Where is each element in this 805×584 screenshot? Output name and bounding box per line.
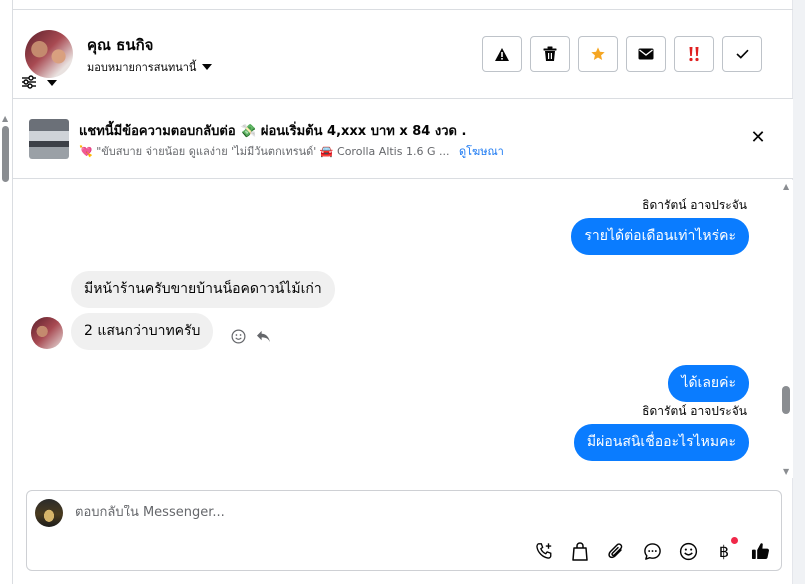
assign-label: มอบหมายการสนทนานี้ (87, 61, 197, 74)
chat-bubble-icon (643, 542, 661, 560)
conversation-actions (482, 36, 762, 72)
smiley-icon[interactable] (231, 329, 246, 344)
envelope-icon (638, 48, 654, 60)
mark-unread-button[interactable] (626, 36, 666, 72)
reply-input[interactable] (75, 505, 675, 520)
view-ad-link[interactable]: ดูโฆษณา (459, 145, 504, 158)
page-scrollbar[interactable] (792, 0, 805, 584)
sliders-icon[interactable] (21, 74, 37, 90)
contact-avatar-small (31, 317, 63, 349)
outgoing-message[interactable]: มีผ่อนสนิเชื่ออะไรไหมคะ (573, 424, 749, 461)
emoji-icon (679, 542, 697, 560)
scroll-down-arrow[interactable]: ▼ (783, 467, 789, 476)
top-divider (13, 0, 793, 10)
assign-conversation-dropdown[interactable]: มอบหมายการสนทนานี้ (87, 58, 213, 76)
shopping-bag-icon (572, 541, 588, 561)
report-button[interactable] (482, 36, 522, 72)
conversation-header: คุณ ธนกิจ มอบหมายการสนทนานี้ (13, 10, 793, 99)
incoming-message[interactable]: มีหน้าร้านครับขายบ้านน็อคดาวน์ไม้เก่า (71, 271, 335, 308)
check-icon (735, 49, 749, 59)
star-button[interactable] (578, 36, 618, 72)
close-icon[interactable]: ✕ (749, 129, 767, 147)
inbox-conversation-panel: ▲ คุณ ธนกิจ มอบหมายการสนทนานี้ แชทนี้มีข… (0, 0, 805, 584)
filter-chevron-down-icon[interactable] (47, 80, 57, 86)
reply-icon[interactable] (256, 330, 271, 343)
ad-thumbnail[interactable] (29, 119, 69, 159)
attach-button[interactable] (605, 540, 627, 562)
scroll-up-arrow[interactable]: ▲ (783, 182, 789, 191)
message-thread[interactable]: ธิดารัตน์ อาจประจัน รายได้ต่อเดือนเท่าไห… (13, 180, 780, 478)
ad-title: แชทนี้มีข้อความตอบกลับต่อ 💸 ผ่อนเริ่มต้น… (79, 124, 467, 139)
left-scrollbar-thumb[interactable] (2, 126, 9, 182)
emoji-button[interactable] (677, 540, 699, 562)
star-icon (591, 47, 605, 60)
composer-toolbar: ฿ (533, 537, 771, 562)
paperclip-icon (608, 543, 623, 559)
contact-name[interactable]: คุณ ธนกิจ (87, 33, 153, 57)
chevron-down-icon (202, 64, 213, 70)
scroll-up-arrow[interactable]: ▲ (2, 114, 8, 123)
delete-button[interactable] (530, 36, 570, 72)
thumbs-up-icon (751, 543, 769, 560)
saved-replies-button[interactable] (641, 540, 663, 562)
ad-context-banner: แชทนี้มีข้อความตอบกลับต่อ 💸 ผ่อนเริ่มต้น… (13, 99, 793, 179)
ad-subtitle: 💘 "ขับสบาย จ่ายน้อย ดูแลง่าย 'ไม่มีวันตก… (79, 145, 450, 158)
baht-icon: ฿ (718, 541, 730, 561)
reply-composer: ฿ (26, 490, 782, 571)
double-exclamation-icon (689, 47, 699, 62)
shopping-bag-button[interactable] (569, 540, 591, 562)
contact-avatar[interactable] (25, 30, 73, 78)
like-button[interactable] (749, 540, 771, 562)
outgoing-message[interactable]: รายได้ต่อเดือนเท่าไหร่คะ (571, 218, 749, 255)
ad-subtitle-row: 💘 "ขับสบาย จ่ายน้อย ดูแลง่าย 'ไม่มีวันตก… (79, 142, 504, 160)
thread-scrollbar[interactable]: ▲ ▼ (780, 180, 793, 478)
notification-dot (731, 537, 738, 544)
warning-icon (495, 47, 509, 61)
left-scrollbar[interactable]: ▲ (0, 0, 13, 584)
thread-scrollbar-thumb[interactable] (782, 386, 790, 414)
phone-plus-icon (536, 543, 552, 559)
message-actions (231, 329, 271, 344)
incoming-message[interactable]: 2 แสนกว่าบาทครับ (71, 313, 214, 350)
outgoing-message[interactable]: ได้เลยค่ะ (668, 365, 749, 402)
sender-name: ธิดารัตน์ อาจประจัน (642, 404, 747, 418)
follow-up-button[interactable] (674, 36, 714, 72)
trash-icon (543, 46, 557, 61)
mark-done-button[interactable] (722, 36, 762, 72)
payment-button[interactable]: ฿ (713, 537, 738, 562)
call-button[interactable] (533, 540, 555, 562)
sender-name: ธิดารัตน์ อาจประจัน (642, 198, 747, 212)
page-avatar (35, 499, 63, 527)
